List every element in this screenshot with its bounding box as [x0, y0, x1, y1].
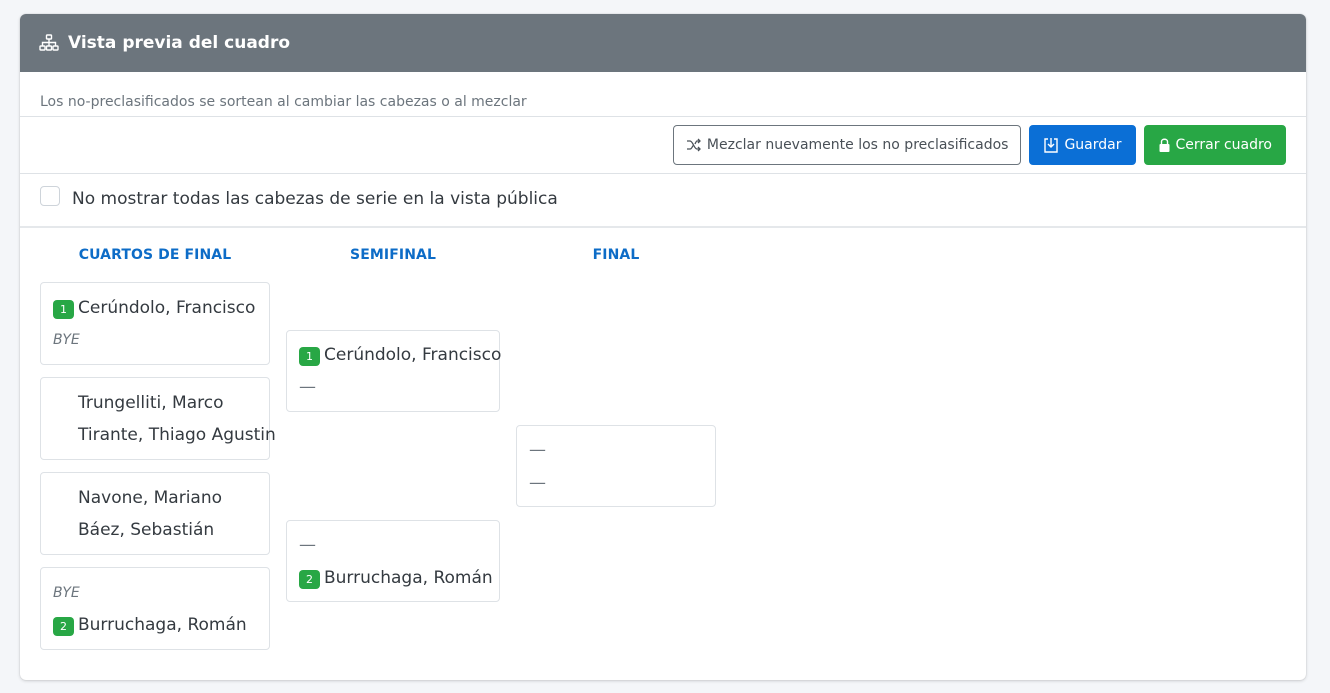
seed-badge: 1	[53, 300, 74, 319]
round-title-quarterfinals: CUARTOS DE FINAL	[78, 247, 232, 263]
page-title: Vista previa del cuadro	[68, 33, 291, 53]
divider	[20, 226, 1306, 228]
match-card: 1 Cerúndolo, Francisco BYE	[40, 282, 270, 365]
player-slot: 2 Burruchaga, Román	[53, 612, 247, 638]
seed-badge: 1	[299, 347, 320, 366]
match-card: — 2 Burruchaga, Román	[286, 520, 500, 602]
toolbar: Mezclar nuevamente los no preclasificado…	[672, 125, 1286, 165]
seed-badge: 2	[53, 617, 74, 636]
player-slot: 1 Cerúndolo, Francisco	[299, 342, 501, 368]
seed-badge: 2	[299, 570, 320, 589]
player-slot: 2 Burruchaga, Román	[299, 565, 493, 591]
match-card: Navone, Mariano Báez, Sebastián	[40, 472, 270, 555]
divider	[20, 116, 1306, 117]
player-slot: Tirante, Thiago Agustin	[53, 422, 276, 448]
player-name: Trungelliti, Marco	[78, 393, 224, 413]
round-title-semifinal: SEMIFINAL	[350, 247, 436, 263]
shuffle-icon	[686, 138, 701, 152]
player-slot: Trungelliti, Marco	[53, 390, 224, 416]
player-slot: BYE	[53, 580, 80, 606]
match-card: BYE 2 Burruchaga, Román	[40, 567, 270, 650]
player-name: Báez, Sebastián	[78, 520, 215, 540]
save-button-label: Guardar	[1064, 137, 1122, 153]
player-slot: —	[529, 470, 546, 496]
close-bracket-button[interactable]: Cerrar cuadro	[1143, 125, 1286, 165]
player-slot: 1 Cerúndolo, Francisco	[53, 295, 255, 321]
player-name: Burruchaga, Román	[78, 615, 247, 635]
round-title-final: FINAL	[592, 247, 640, 263]
card-header: Vista previa del cuadro	[20, 14, 1306, 72]
player-name: Cerúndolo, Francisco	[78, 298, 256, 318]
bye-label: BYE	[53, 585, 80, 601]
shuffle-button[interactable]: Mezclar nuevamente los no preclasificado…	[672, 125, 1022, 165]
save-icon	[1044, 137, 1059, 153]
player-slot: —	[299, 374, 316, 400]
player-name: Tirante, Thiago Agustin	[78, 425, 276, 445]
player-slot: Navone, Mariano	[53, 485, 222, 511]
empty-slot: —	[529, 473, 546, 493]
bracket-preview-card: Vista previa del cuadro Los no-preclasif…	[20, 14, 1306, 680]
divider	[20, 173, 1306, 174]
shuffle-hint: Los no-preclasificados se sortean al cam…	[40, 94, 527, 110]
bye-label: BYE	[53, 332, 80, 348]
player-slot: —	[529, 437, 546, 463]
hide-seeds-checkbox[interactable]	[40, 186, 60, 206]
empty-slot: —	[529, 440, 546, 460]
empty-slot: —	[299, 377, 316, 397]
hide-seeds-option: No mostrar todas las cabezas de serie en…	[40, 183, 558, 209]
player-name: Cerúndolo, Francisco	[324, 345, 502, 365]
save-button[interactable]: Guardar	[1029, 125, 1136, 165]
match-card: 1 Cerúndolo, Francisco —	[286, 330, 501, 412]
player-slot: Báez, Sebastián	[53, 517, 214, 543]
close-bracket-button-label: Cerrar cuadro	[1175, 137, 1273, 153]
match-card: Trungelliti, Marco Tirante, Thiago Agust…	[40, 377, 276, 460]
empty-slot: —	[299, 535, 316, 555]
match-card: — —	[516, 425, 716, 507]
player-slot: —	[299, 532, 316, 558]
hide-seeds-label[interactable]: No mostrar todas las cabezas de serie en…	[72, 189, 558, 209]
player-name: Burruchaga, Román	[324, 568, 493, 588]
sitemap-icon	[39, 34, 59, 52]
player-name: Navone, Mariano	[78, 488, 223, 508]
lock-icon	[1159, 138, 1169, 152]
shuffle-button-label: Mezclar nuevamente los no preclasificado…	[706, 137, 1009, 153]
player-slot: BYE	[53, 327, 80, 353]
